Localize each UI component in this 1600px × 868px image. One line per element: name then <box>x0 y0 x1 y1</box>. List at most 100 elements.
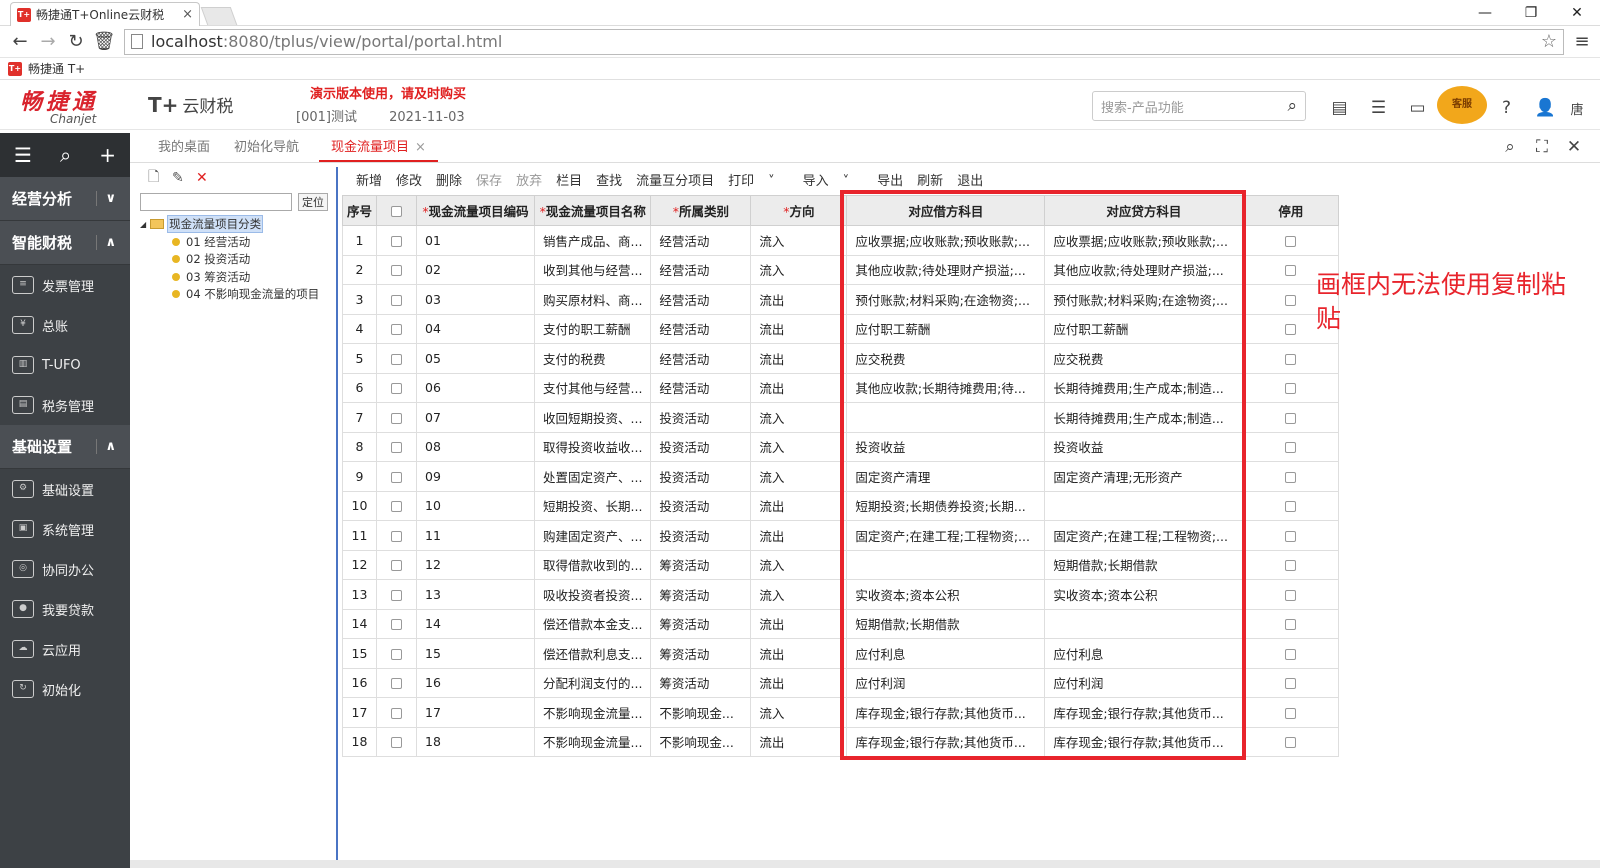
cell-code[interactable]: 12 <box>416 549 535 580</box>
row-select-cell[interactable] <box>376 431 417 462</box>
disabled-checkbox[interactable] <box>1285 235 1297 247</box>
row-checkbox[interactable] <box>391 265 402 277</box>
row-select-cell[interactable] <box>376 726 417 757</box>
cell-code[interactable]: 08 <box>416 431 535 462</box>
cell-credit[interactable]: 库存现金;银行存款;其他货币... <box>1044 697 1244 728</box>
cell-debit[interactable] <box>846 402 1046 433</box>
row-checkbox[interactable] <box>391 737 402 749</box>
table-row[interactable]: 1 01 销售产成品、商... 经营活动 流入 应收票据;应收账款;预收账款;... 应收票… <box>342 225 1340 256</box>
cell-debit[interactable]: 应付利息 <box>846 638 1046 669</box>
cell-credit[interactable]: 库存现金;银行存款;其他货币... <box>1044 726 1244 757</box>
row-checkbox[interactable] <box>391 471 402 483</box>
sidebar-group-analysis[interactable]: 经营分析 ∨ <box>0 177 130 221</box>
table-row[interactable]: 4 04 支付的职工薪酬 经营活动 流出 应付职工薪酬 应付职工薪酬 <box>342 313 1340 344</box>
cell-seq[interactable]: 4 <box>342 313 377 344</box>
cell-credit[interactable] <box>1044 608 1244 639</box>
sidebar-group-basic[interactable]: 基础设置 ∧ <box>0 425 130 469</box>
row-select-cell[interactable] <box>376 549 417 580</box>
disabled-checkbox[interactable] <box>1285 353 1297 365</box>
cell-name[interactable]: 支付其他与经营... <box>533 372 652 403</box>
row-checkbox[interactable] <box>391 324 402 336</box>
col-select-all[interactable] <box>376 195 417 226</box>
cell-code[interactable]: 17 <box>416 697 535 728</box>
cell-name[interactable]: 取得投资收益收... <box>533 431 652 462</box>
sidebar-item-invoice[interactable]: ≡ 发票管理 <box>0 265 130 305</box>
row-select-cell[interactable] <box>376 579 417 610</box>
table-row[interactable]: 7 07 收回短期投资、... 投资活动 流入 长期待摊费用;生产成本;制造... <box>342 402 1340 433</box>
row-checkbox[interactable] <box>391 442 402 454</box>
row-select-cell[interactable] <box>376 284 417 315</box>
table-row[interactable]: 6 06 支付其他与经营... 经营活动 流出 其他应收款;长期待摊费用;待... 长期待摊… <box>342 372 1340 403</box>
row-disabled-cell[interactable] <box>1242 697 1340 728</box>
cell-seq[interactable]: 18 <box>342 726 377 757</box>
row-checkbox[interactable] <box>391 235 402 247</box>
cell-category[interactable]: 经营活动 <box>650 284 752 315</box>
refresh-button[interactable]: 刷新 <box>917 170 943 189</box>
row-disabled-cell[interactable] <box>1242 667 1340 698</box>
cell-credit[interactable]: 应交税费 <box>1044 343 1244 374</box>
delete-icon[interactable]: ✕ <box>196 170 220 186</box>
disabled-checkbox[interactable] <box>1285 294 1297 306</box>
tree-node[interactable]: 02 投资活动 <box>140 251 336 269</box>
cell-code[interactable]: 02 <box>416 254 535 285</box>
calculator-icon[interactable]: ▤ <box>1320 98 1359 118</box>
row-checkbox[interactable] <box>391 412 402 424</box>
tab-close-icon[interactable]: × <box>182 7 193 22</box>
cell-name[interactable]: 不影响现金流量... <box>533 726 652 757</box>
cell-name[interactable]: 购建固定资产、... <box>533 520 652 551</box>
import-button[interactable]: 导入 ˅ <box>803 170 864 189</box>
cell-credit[interactable]: 长期待摊费用;生产成本;制造... <box>1044 402 1244 433</box>
cell-seq[interactable]: 2 <box>342 254 377 285</box>
tree-root[interactable]: ◢ 现金流量项目分类 <box>140 215 336 233</box>
cell-debit[interactable]: 预付账款;材料采购;在途物资;... <box>846 284 1046 315</box>
table-row[interactable]: 16 16 分配利润支付的... 筹资活动 流出 应付利润 应付利润 <box>342 667 1340 698</box>
cell-name[interactable]: 取得借款收到的... <box>533 549 652 580</box>
table-row[interactable]: 17 17 不影响现金流量... 不影响现金... 流入 库存现金;银行存款;其他货币..… <box>342 697 1340 728</box>
cell-direction[interactable]: 流入 <box>750 579 848 610</box>
row-disabled-cell[interactable] <box>1242 579 1340 610</box>
save-button[interactable]: 保存 <box>476 170 502 189</box>
row-disabled-cell[interactable] <box>1242 431 1340 462</box>
cell-direction[interactable]: 流入 <box>750 549 848 580</box>
row-select-cell[interactable] <box>376 254 417 285</box>
cell-category[interactable]: 投资活动 <box>650 490 752 521</box>
col-credit[interactable]: 对应贷方科目 <box>1044 195 1244 226</box>
tab-init-nav[interactable]: 初始化导航 <box>222 134 311 162</box>
cell-category[interactable]: 经营活动 <box>650 313 752 344</box>
row-disabled-cell[interactable] <box>1242 402 1340 433</box>
exit-button[interactable]: 退出 <box>957 170 983 189</box>
row-select-cell[interactable] <box>376 667 417 698</box>
col-seq[interactable]: 序号 <box>342 195 377 226</box>
row-select-cell[interactable] <box>376 638 417 669</box>
discard-button[interactable]: 放弃 <box>516 170 542 189</box>
fullscreen-icon[interactable]: ⛶ <box>1526 137 1558 157</box>
cell-seq[interactable]: 14 <box>342 608 377 639</box>
cell-seq[interactable]: 13 <box>342 579 377 610</box>
row-disabled-cell[interactable] <box>1242 608 1340 639</box>
cell-code[interactable]: 15 <box>416 638 535 669</box>
cell-credit[interactable]: 长期待摊费用;生产成本;制造... <box>1044 372 1244 403</box>
disabled-checkbox[interactable] <box>1285 678 1297 690</box>
cell-direction[interactable]: 流出 <box>750 608 848 639</box>
sidebar-item-cloud[interactable]: ☁ 云应用 <box>0 629 130 669</box>
cell-name[interactable]: 支付的税费 <box>533 343 652 374</box>
cell-seq[interactable]: 8 <box>342 431 377 462</box>
sidebar-item-loan[interactable]: ● 我要贷款 <box>0 589 130 629</box>
cell-category[interactable]: 投资活动 <box>650 520 752 551</box>
table-row[interactable]: 15 15 偿还借款利息支... 筹资活动 流出 应付利息 应付利息 <box>342 638 1340 669</box>
close-tabs-icon[interactable]: ✕ <box>1558 137 1590 157</box>
sidebar-item-init[interactable]: ↻ 初始化 <box>0 669 130 709</box>
search-icon[interactable]: ⌕ <box>1287 96 1297 116</box>
cell-direction[interactable]: 流入 <box>750 254 848 285</box>
tree-node[interactable]: 03 筹资活动 <box>140 268 336 286</box>
cell-debit[interactable] <box>846 549 1046 580</box>
table-row[interactable]: 14 14 偿还借款本金支... 筹资活动 流出 短期借款;长期借款 <box>342 608 1340 639</box>
delete-button[interactable]: 删除 <box>436 170 462 189</box>
tree-node[interactable]: 01 经营活动 <box>140 233 336 251</box>
checklist-icon[interactable]: ☰ <box>1359 98 1398 118</box>
cell-category[interactable]: 筹资活动 <box>650 608 752 639</box>
table-row[interactable]: 3 03 购买原材料、商... 经营活动 流出 预付账款;材料采购;在途物资;... 预付账… <box>342 284 1340 315</box>
cell-code[interactable]: 16 <box>416 667 535 698</box>
cell-credit[interactable]: 应付利息 <box>1044 638 1244 669</box>
cell-name[interactable]: 分配利润支付的... <box>533 667 652 698</box>
